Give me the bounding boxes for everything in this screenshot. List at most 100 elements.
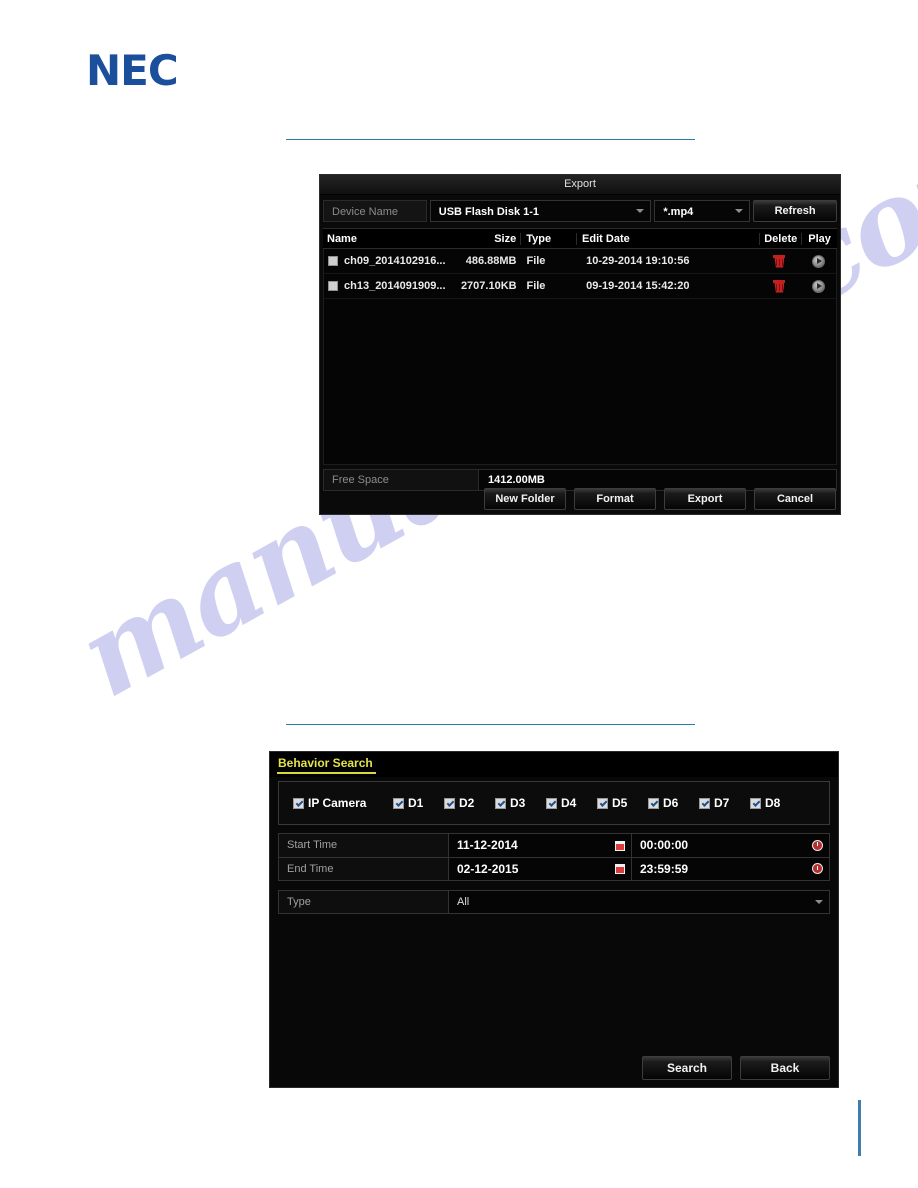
device-name-value: USB Flash Disk 1-1 (438, 206, 540, 218)
file-size-cell: 2707.10KB (460, 280, 517, 292)
calendar-icon[interactable] (615, 840, 625, 851)
file-format-value: *.mp4 (663, 206, 694, 218)
channel-label: D6 (663, 796, 679, 810)
section-divider-bottom (286, 724, 695, 725)
start-clock-value: 00:00:00 (640, 838, 689, 852)
channel-checkbox-d5[interactable]: D5 (597, 796, 648, 810)
play-icon[interactable] (811, 279, 825, 293)
delete-cell[interactable] (759, 279, 801, 293)
end-time-label: End Time (279, 858, 449, 880)
checkbox[interactable] (546, 797, 557, 809)
section-divider-top (286, 139, 695, 140)
file-edit-date-cell: 10-29-2014 19:10:56 (586, 255, 690, 267)
end-time-row: End Time 02-12-2015 23:59:59 (278, 857, 830, 881)
export-dialog-title: Export (320, 175, 840, 195)
behavior-search-tabbar: Behavior Search (270, 752, 838, 777)
checkbox[interactable] (444, 797, 455, 809)
end-clock-value: 23:59:59 (640, 862, 689, 876)
checkbox[interactable] (750, 797, 761, 809)
file-name-cell: ch09_2014102916... (324, 255, 457, 267)
play-cell[interactable] (800, 279, 836, 293)
checkbox[interactable] (699, 797, 710, 809)
new-folder-button[interactable]: New Folder (484, 488, 566, 510)
behavior-search-footer: Search Back (278, 1056, 830, 1080)
free-space-label: Free Space (324, 470, 479, 490)
channel-checkbox-d6[interactable]: D6 (648, 796, 699, 810)
end-clock-input[interactable]: 23:59:59 (632, 858, 829, 880)
export-dialog-footer: New Folder Format Export Cancel (323, 488, 837, 510)
start-date-value: 11-12-2014 (457, 838, 518, 852)
play-cell[interactable] (800, 254, 836, 268)
channel-checkbox-d7[interactable]: D7 (699, 796, 750, 810)
ip-camera-checkbox-group[interactable]: IP Camera (293, 796, 393, 810)
back-button[interactable]: Back (740, 1056, 830, 1080)
channel-label: D3 (510, 796, 526, 810)
behavior-search-dialog: Behavior Search IP Camera D1 D2 D3 D4 D5 (269, 751, 839, 1088)
page-edge-marker (858, 1100, 861, 1156)
file-edit-date-cell: 09-19-2014 15:42:20 (586, 280, 690, 292)
channel-label: D8 (765, 796, 781, 810)
checkbox[interactable] (648, 797, 659, 809)
file-name-text: ch09_2014102916... (344, 255, 446, 267)
type-value: All (457, 896, 470, 908)
device-name-select[interactable]: USB Flash Disk 1-1 (429, 200, 652, 222)
start-time-row: Start Time 11-12-2014 00:00:00 (278, 833, 830, 857)
end-date-value: 02-12-2015 (457, 862, 519, 876)
file-name-cell: ch13_2014091909... (324, 280, 457, 292)
channel-label: D2 (459, 796, 475, 810)
column-header-size: Size (494, 232, 517, 245)
export-dialog: Export Device Name USB Flash Disk 1-1 *.… (319, 174, 841, 515)
chevron-down-icon (815, 900, 823, 904)
channel-checkbox-d1[interactable]: D1 (393, 796, 444, 810)
trash-icon[interactable] (773, 254, 786, 268)
start-clock-input[interactable]: 00:00:00 (632, 834, 829, 857)
file-type-cell: File (526, 280, 546, 292)
format-button[interactable]: Format (574, 488, 656, 510)
end-date-input[interactable]: 02-12-2015 (449, 858, 632, 880)
clock-icon[interactable] (812, 839, 823, 851)
ip-camera-checkbox[interactable] (293, 797, 304, 809)
start-date-input[interactable]: 11-12-2014 (449, 834, 632, 857)
delete-cell[interactable] (759, 254, 801, 268)
time-range-fields: Start Time 11-12-2014 00:00:00 End Time … (278, 833, 830, 881)
channel-label: D4 (561, 796, 577, 810)
export-device-row: Device Name USB Flash Disk 1-1 *.mp4 Ref… (323, 198, 837, 224)
ip-camera-label: IP Camera (308, 796, 367, 810)
channel-label: D5 (612, 796, 628, 810)
tab-behavior-search[interactable]: Behavior Search (277, 756, 376, 774)
type-select[interactable]: All (449, 891, 829, 913)
type-row: Type All (278, 890, 830, 914)
channel-checkbox-d4[interactable]: D4 (546, 796, 597, 810)
search-button[interactable]: Search (642, 1056, 732, 1080)
file-table-header: Name Size Type Edit Date Delete Play (323, 228, 837, 249)
start-time-label: Start Time (279, 834, 449, 857)
column-header-name: Name (327, 232, 357, 245)
checkbox[interactable] (495, 797, 506, 809)
column-header-delete: Delete (759, 232, 801, 245)
channel-label: D1 (408, 796, 424, 810)
row-checkbox[interactable] (328, 281, 338, 291)
table-row[interactable]: ch09_2014102916... 486.88MB File 10-29-2… (324, 249, 836, 274)
play-icon[interactable] (811, 254, 825, 268)
cancel-button[interactable]: Cancel (754, 488, 836, 510)
channel-checkbox-d8[interactable]: D8 (750, 796, 801, 810)
file-format-select[interactable]: *.mp4 (654, 200, 751, 222)
channel-checkbox-d3[interactable]: D3 (495, 796, 546, 810)
chevron-down-icon (636, 209, 645, 213)
refresh-button[interactable]: Refresh (753, 200, 837, 222)
row-checkbox[interactable] (328, 256, 338, 266)
channel-label: D7 (714, 796, 730, 810)
calendar-icon[interactable] (615, 864, 625, 874)
export-button[interactable]: Export (664, 488, 746, 510)
clock-icon[interactable] (812, 863, 823, 874)
checkbox[interactable] (393, 797, 404, 809)
file-table-body[interactable]: ch09_2014102916... 486.88MB File 10-29-2… (323, 249, 837, 465)
channel-checkbox-d2[interactable]: D2 (444, 796, 495, 810)
free-space-value: 1412.00MB (479, 470, 836, 490)
column-header-play: Play (801, 232, 837, 245)
nec-logo: NEC (86, 46, 179, 95)
checkbox[interactable] (597, 797, 608, 809)
trash-icon[interactable] (773, 279, 786, 293)
table-row[interactable]: ch13_2014091909... 2707.10KB File 09-19-… (324, 274, 836, 299)
watermark: manualshive.com (50, 93, 918, 780)
